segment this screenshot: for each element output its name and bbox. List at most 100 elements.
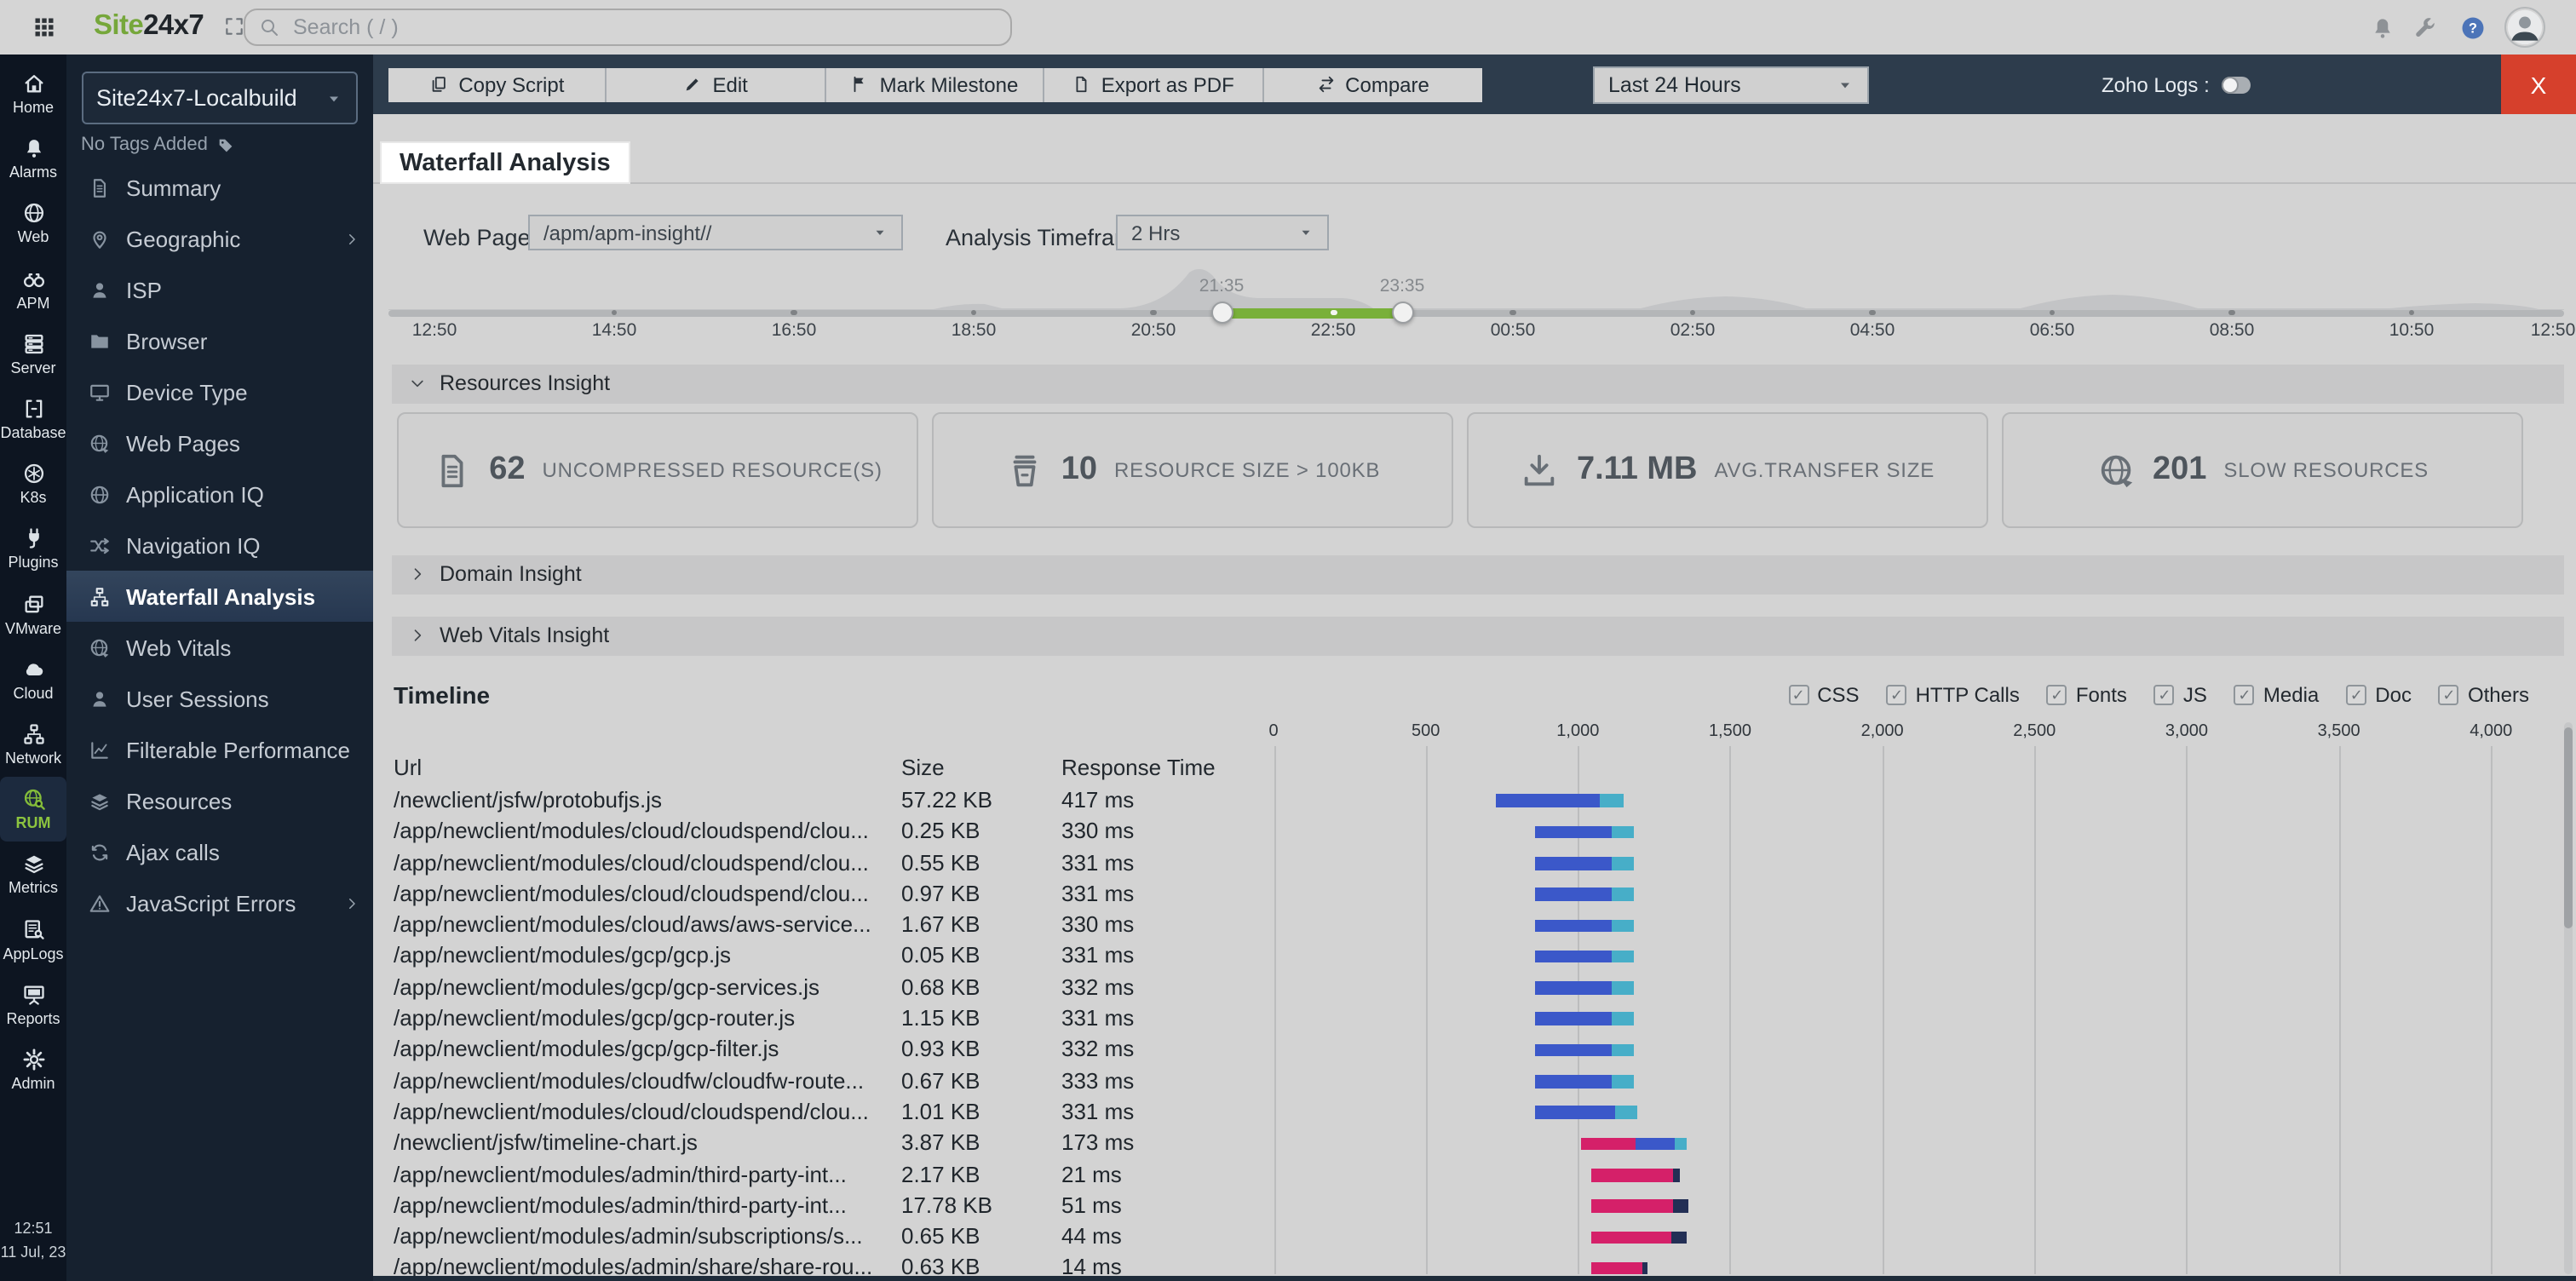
filter-checkbox[interactable]: ✓ Media <box>2234 683 2319 707</box>
bar-segment-pink[interactable] <box>1590 1199 1674 1213</box>
sidebar-item[interactable]: Web Vitals <box>66 622 372 673</box>
range-start-handle[interactable] <box>1210 301 1233 323</box>
sidebar-item[interactable]: Device Type <box>66 366 372 417</box>
bar-segment-navy[interactable] <box>1642 1261 1648 1275</box>
rail-item[interactable]: RUM <box>0 777 66 842</box>
rail-item[interactable]: Network <box>0 712 66 777</box>
table-row[interactable]: /newclient/jsfw/protobufjs.js 57.22 KB 4… <box>394 785 2569 817</box>
table-row[interactable]: /app/newclient/modules/gcp/gcp-services.… <box>394 973 2569 1004</box>
filter-checkbox[interactable]: ✓ Others <box>2438 683 2529 707</box>
table-row[interactable]: /app/newclient/modules/cloud/cloudspend/… <box>394 879 2569 910</box>
bar-segment-blue[interactable] <box>1535 950 1612 963</box>
table-row[interactable]: /app/newclient/modules/cloud/aws/aws-ser… <box>394 910 2569 941</box>
rail-item[interactable]: Home <box>0 61 66 126</box>
tools-wrench-icon[interactable] <box>2412 15 2438 41</box>
table-row[interactable]: /app/newclient/modules/cloudfw/cloudfw-r… <box>394 1066 2569 1097</box>
sidebar-item[interactable]: User Sessions <box>66 673 372 724</box>
bar-segment-teal[interactable] <box>1611 1043 1635 1057</box>
table-row[interactable]: /app/newclient/modules/gcp/gcp.js 0.05 K… <box>394 941 2569 973</box>
sidebar-item[interactable]: Navigation IQ <box>66 520 372 571</box>
selected-time-range[interactable] <box>1222 307 1402 318</box>
rail-item[interactable]: Web <box>0 192 66 256</box>
rail-item[interactable]: AppLogs <box>0 907 66 972</box>
webvitals-insight-header[interactable]: Web Vitals Insight <box>392 617 2564 655</box>
rail-item[interactable]: Server <box>0 322 66 387</box>
bar-segment-blue[interactable] <box>1535 1075 1612 1089</box>
table-row[interactable]: /app/newclient/modules/gcp/gcp-filter.js… <box>394 1035 2569 1066</box>
toolbar-button[interactable]: Export as PDF <box>1044 67 1264 102</box>
bar-segment-pink[interactable] <box>1590 1168 1674 1182</box>
rail-item[interactable]: Alarms <box>0 126 66 191</box>
rail-item[interactable]: Admin <box>0 1037 66 1102</box>
range-end-handle[interactable] <box>1391 301 1413 323</box>
sidebar-item[interactable]: ISP <box>66 264 372 315</box>
bar-segment-teal[interactable] <box>1615 1106 1637 1119</box>
toolbar-button[interactable]: Mark Milestone <box>825 67 1045 102</box>
avatar[interactable] <box>2504 7 2545 48</box>
rail-item[interactable]: Plugins <box>0 517 66 582</box>
bar-segment-teal[interactable] <box>1599 794 1624 807</box>
sidebar-item[interactable]: Summary <box>66 162 372 213</box>
time-slider-track[interactable] <box>388 309 2563 316</box>
table-row[interactable]: /app/newclient/modules/admin/subscriptio… <box>394 1221 2569 1253</box>
table-row[interactable]: /app/newclient/modules/admin/third-party… <box>394 1159 2569 1191</box>
monitor-select[interactable]: Site24x7-Localbuild <box>81 72 357 124</box>
column-header-size[interactable]: Size <box>901 755 945 780</box>
bar-segment-teal[interactable] <box>1611 825 1635 839</box>
timeframe-select[interactable]: 2 Hrs <box>1116 215 1329 250</box>
table-row[interactable]: /app/newclient/modules/gcp/gcp-router.js… <box>394 1003 2569 1035</box>
rail-item[interactable]: Database <box>0 387 66 451</box>
scrollbar-thumb[interactable] <box>2564 727 2573 928</box>
rail-item[interactable]: APM <box>0 256 66 321</box>
sidebar-item[interactable]: Web Pages <box>66 417 372 468</box>
bar-segment-pink[interactable] <box>1580 1137 1636 1151</box>
column-header-url[interactable]: Url <box>394 755 422 780</box>
toolbar-button[interactable]: Compare <box>1263 67 1482 102</box>
table-row[interactable]: /app/newclient/modules/cloud/cloudspend/… <box>394 1097 2569 1129</box>
filter-checkbox[interactable]: ✓ CSS <box>1788 683 1860 707</box>
bar-segment-blue[interactable] <box>1495 794 1600 807</box>
filter-checkbox[interactable]: ✓ Doc <box>2346 683 2412 707</box>
sidebar-item[interactable]: Geographic <box>66 213 372 264</box>
sidebar-item[interactable]: JavaScript Errors <box>66 877 372 928</box>
bar-segment-pink[interactable] <box>1590 1261 1642 1275</box>
bar-segment-teal[interactable] <box>1611 981 1635 995</box>
table-row[interactable]: /newclient/jsfw/timeline-chart.js 3.87 K… <box>394 1129 2569 1160</box>
apps-grid-icon[interactable] <box>32 15 56 39</box>
bar-segment-blue[interactable] <box>1535 1106 1616 1119</box>
expand-icon[interactable] <box>223 15 245 37</box>
site24x7-logo[interactable]: Site24x7 <box>94 10 204 43</box>
bar-segment-teal[interactable] <box>1675 1137 1687 1151</box>
filter-checkbox[interactable]: ✓ HTTP Calls <box>1886 683 2020 707</box>
rail-item[interactable]: VMware <box>0 582 66 646</box>
web-pages-select[interactable]: /apm/apm-insight// <box>528 215 903 250</box>
table-row[interactable]: /app/newclient/modules/admin/third-party… <box>394 1191 2569 1222</box>
bar-segment-blue[interactable] <box>1535 856 1612 870</box>
filter-checkbox[interactable]: ✓ JS <box>2153 683 2207 707</box>
bar-segment-navy[interactable] <box>1671 1231 1687 1244</box>
sidebar-item[interactable]: Waterfall Analysis <box>66 571 372 622</box>
bar-segment-teal[interactable] <box>1611 919 1635 933</box>
bar-segment-navy[interactable] <box>1673 1168 1681 1182</box>
domain-insight-header[interactable]: Domain Insight <box>392 555 2564 594</box>
bar-segment-blue[interactable] <box>1535 981 1612 995</box>
sidebar-item[interactable]: Ajax calls <box>66 826 372 877</box>
bar-segment-teal[interactable] <box>1611 1075 1635 1089</box>
rail-item[interactable]: Cloud <box>0 646 66 711</box>
zoho-logs-toggle[interactable] <box>2221 76 2251 93</box>
sidebar-item[interactable]: Filterable Performance <box>66 724 372 775</box>
bar-segment-teal[interactable] <box>1611 856 1635 870</box>
rail-item[interactable]: K8s <box>0 451 66 516</box>
column-header-response-time[interactable]: Response Time <box>1061 755 1216 780</box>
bar-segment-pink[interactable] <box>1590 1231 1672 1244</box>
sidebar-item[interactable]: Resources <box>66 775 372 826</box>
sidebar-item[interactable]: Browser <box>66 315 372 366</box>
bar-segment-blue[interactable] <box>1535 1043 1612 1057</box>
rail-item[interactable]: Reports <box>0 972 66 1037</box>
bar-segment-blue[interactable] <box>1535 919 1612 933</box>
help-icon[interactable]: ? <box>2460 15 2486 41</box>
global-search[interactable] <box>244 9 1012 45</box>
bar-segment-navy[interactable] <box>1673 1199 1689 1213</box>
time-range-select[interactable]: Last 24 Hours <box>1593 66 1869 103</box>
bar-segment-blue[interactable] <box>1635 1137 1676 1151</box>
